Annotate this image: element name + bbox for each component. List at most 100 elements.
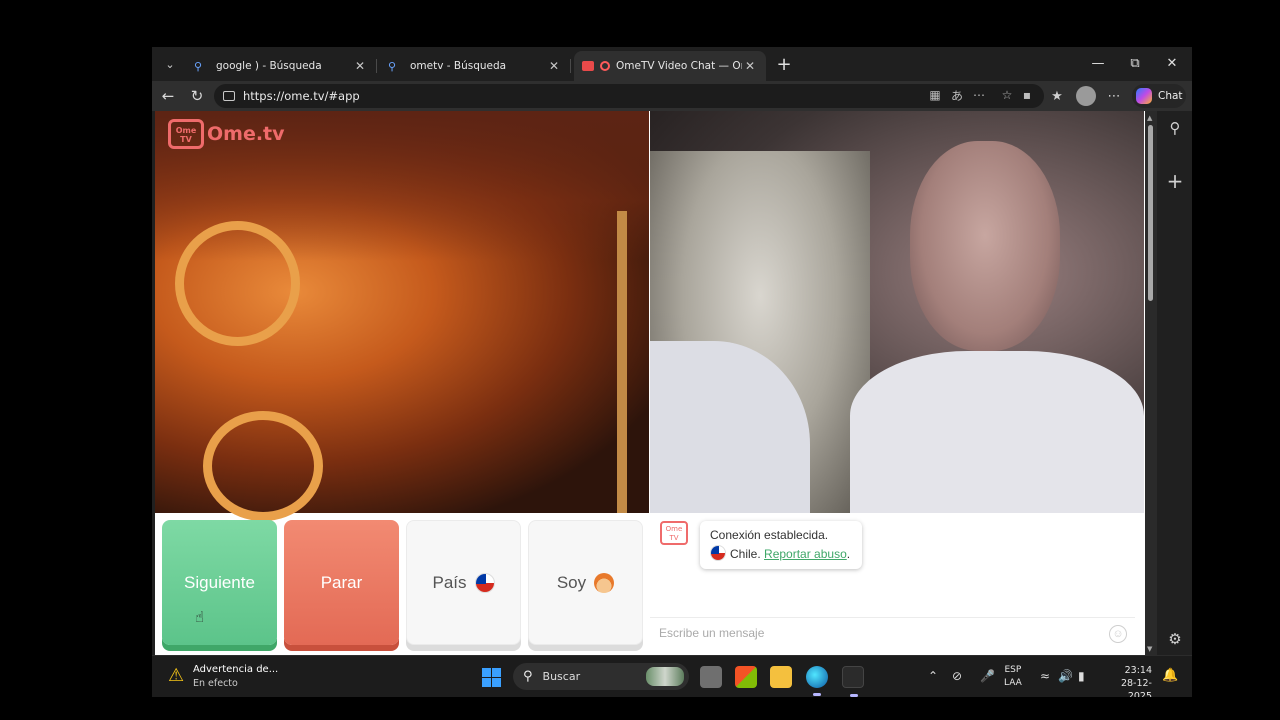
back-arrow-icon[interactable]: ←: [156, 84, 180, 108]
edge-sidebar: ⚲ + ⚙: [1157, 111, 1192, 655]
taskbar-search-label: Buscar: [542, 670, 581, 683]
gender-button[interactable]: Soy: [528, 520, 643, 645]
scroll-down-icon[interactable]: ▼: [1147, 645, 1152, 653]
taskbar-search[interactable]: ⚲ Buscar: [513, 663, 689, 690]
more-tools-icon[interactable]: ⋯: [970, 86, 988, 104]
microphone-icon[interactable]: 🎤: [980, 669, 995, 683]
copilot-icon: [1136, 88, 1152, 104]
stop-button[interactable]: Parar: [284, 520, 399, 645]
ometv-system-icon: Ome TV: [660, 521, 688, 545]
task-view-icon[interactable]: [700, 666, 722, 688]
message-placeholder: Escribe un mensaje: [659, 625, 765, 640]
tab-label: OmeTV Video Chat — Omegle: [616, 60, 742, 72]
address-bar-row: ← ↻ https://ome.tv/#app ▦ あ ⋯ ☆ ▪ ★ ⋯ Ch…: [152, 81, 1192, 111]
close-window-icon[interactable]: ✕: [1154, 51, 1190, 75]
chat-panel: Ome TV Conexión establecida. Chile. Repor…: [650, 513, 1144, 655]
notification-bell-icon[interactable]: 🔔: [1162, 668, 1178, 683]
logo-text: Ome.tv: [207, 123, 285, 145]
stranger-video: [650, 111, 1144, 513]
next-button[interactable]: Siguiente: [162, 520, 277, 645]
more-options-icon[interactable]: ⋯: [1102, 84, 1126, 108]
system-clock[interactable]: 23:14 28-12-2025: [1102, 664, 1152, 697]
clock-date: 28-12-2025: [1120, 678, 1152, 697]
message-input[interactable]: Escribe un mensaje ☺: [650, 617, 1135, 647]
search-icon: ⚲: [523, 669, 533, 684]
warning-subtitle: En efecto: [193, 678, 238, 689]
close-tab-icon[interactable]: ✕: [742, 59, 758, 73]
close-tab-icon[interactable]: ✕: [546, 59, 562, 73]
keyboard-layout: LAA: [1004, 678, 1022, 688]
search-icon: ⚲: [388, 59, 397, 73]
local-video: Ome TV Ome.tv: [155, 111, 649, 521]
logo-tv-icon: Ome TV: [168, 119, 204, 149]
wifi-icon[interactable]: ≈: [1040, 669, 1050, 683]
tab-label: google ) - Búsqueda: [216, 60, 322, 72]
network-off-icon[interactable]: ⊘: [952, 669, 962, 683]
minimize-icon[interactable]: —: [1080, 51, 1116, 75]
recording-icon: [600, 61, 610, 71]
tab-strip: ⌄ ⚲ google ) - Búsqueda ✕ ⚲ ometv - Búsq…: [152, 47, 1192, 81]
scroll-up-icon[interactable]: ▲: [1147, 114, 1152, 122]
settings-gear-icon[interactable]: ⚙: [1164, 628, 1186, 650]
url-text: https://ome.tv/#app: [243, 89, 360, 103]
tab-label: ometv - Búsqueda: [410, 60, 507, 72]
mouse-pointer-icon: ☝: [195, 608, 205, 626]
page-scrollbar[interactable]: ▲ ▼: [1145, 111, 1157, 655]
emoji-smiley-icon[interactable]: ☺: [1109, 625, 1127, 643]
battery-icon[interactable]: ▮: [1078, 669, 1085, 683]
tab-google-search[interactable]: ⚲ google ) - Búsqueda ✕: [186, 51, 377, 81]
translate-icon[interactable]: あ: [948, 86, 966, 104]
copilot-chat-button[interactable]: Chat: [1132, 84, 1186, 108]
system-message: Conexión establecida. Chile. Reportar ab…: [700, 521, 862, 569]
site-info-icon[interactable]: [223, 91, 235, 101]
stranger-country: Chile.: [730, 547, 761, 561]
language-indicator[interactable]: ESP LAA: [1004, 664, 1022, 690]
refresh-icon[interactable]: ↻: [185, 84, 209, 108]
ometv-logo: Ome TV Ome.tv: [168, 119, 285, 149]
gender-button-label: Soy: [556, 572, 587, 592]
video-person-shape: [850, 351, 1144, 513]
country-button-label: País: [432, 572, 467, 592]
desktop-screen: ⌄ ⚲ google ) - Búsqueda ✕ ⚲ ometv - Búsq…: [152, 47, 1192, 697]
favorite-star-icon[interactable]: ☆: [998, 86, 1016, 104]
video-person-shape: [910, 141, 1060, 351]
restore-icon[interactable]: ⧉: [1117, 51, 1153, 75]
chat-label: Chat: [1158, 90, 1183, 102]
search-icon: ⚲: [194, 59, 203, 73]
warning-title[interactable]: Advertencia de...: [193, 664, 278, 675]
ometv-page: Ome TV Ome.tv Siguiente Parar País Soy ☝: [155, 111, 1145, 655]
clock-time: 23:14: [1124, 665, 1152, 676]
tab-ometv-search[interactable]: ⚲ ometv - Búsqueda ✕: [380, 51, 571, 81]
glasses-frame: [175, 221, 300, 346]
address-bar[interactable]: https://ome.tv/#app: [214, 84, 1044, 108]
chile-flag-icon: [474, 572, 495, 593]
boy-emoji-icon: [594, 572, 615, 593]
windows-start-icon[interactable]: [482, 668, 501, 687]
show-hidden-icons-chevron-icon[interactable]: ⌃: [928, 669, 938, 683]
video-post: [617, 211, 627, 513]
report-abuse-link[interactable]: Reportar abuso: [764, 547, 847, 561]
warning-icon[interactable]: ⚠: [168, 665, 188, 686]
add-plus-icon[interactable]: +: [1164, 169, 1186, 193]
tab-actions-chevron-icon[interactable]: ⌄: [158, 52, 182, 76]
chat-log: Ome TV Conexión establecida. Chile. Repor…: [650, 513, 1144, 617]
close-tab-icon[interactable]: ✕: [352, 59, 368, 73]
camera-icon[interactable]: ▪: [1018, 86, 1036, 104]
country-button[interactable]: País: [406, 520, 521, 645]
report-suffix: .: [846, 547, 851, 561]
app-available-icon[interactable]: ▦: [926, 86, 944, 104]
search-highlight-image: [646, 667, 684, 686]
recorder-app-icon[interactable]: [842, 666, 864, 697]
windows-taskbar: ⚠ Advertencia de... En efecto ⚲ Buscar ⌃…: [152, 655, 1192, 697]
file-explorer-icon[interactable]: [770, 666, 792, 688]
edge-browser-icon[interactable]: [806, 666, 828, 696]
profile-avatar[interactable]: [1076, 86, 1096, 106]
search-icon[interactable]: ⚲: [1164, 117, 1186, 139]
tab-ometv-chat[interactable]: OmeTV Video Chat — Omegle ✕: [574, 51, 766, 81]
volume-icon[interactable]: 🔊: [1058, 669, 1073, 683]
new-tab-plus-icon[interactable]: +: [772, 52, 796, 76]
favorites-icon[interactable]: ★: [1045, 84, 1069, 108]
scrollbar-thumb[interactable]: [1148, 125, 1153, 301]
microsoft-store-icon[interactable]: [735, 666, 757, 688]
connection-status: Conexión establecida.: [710, 528, 829, 542]
